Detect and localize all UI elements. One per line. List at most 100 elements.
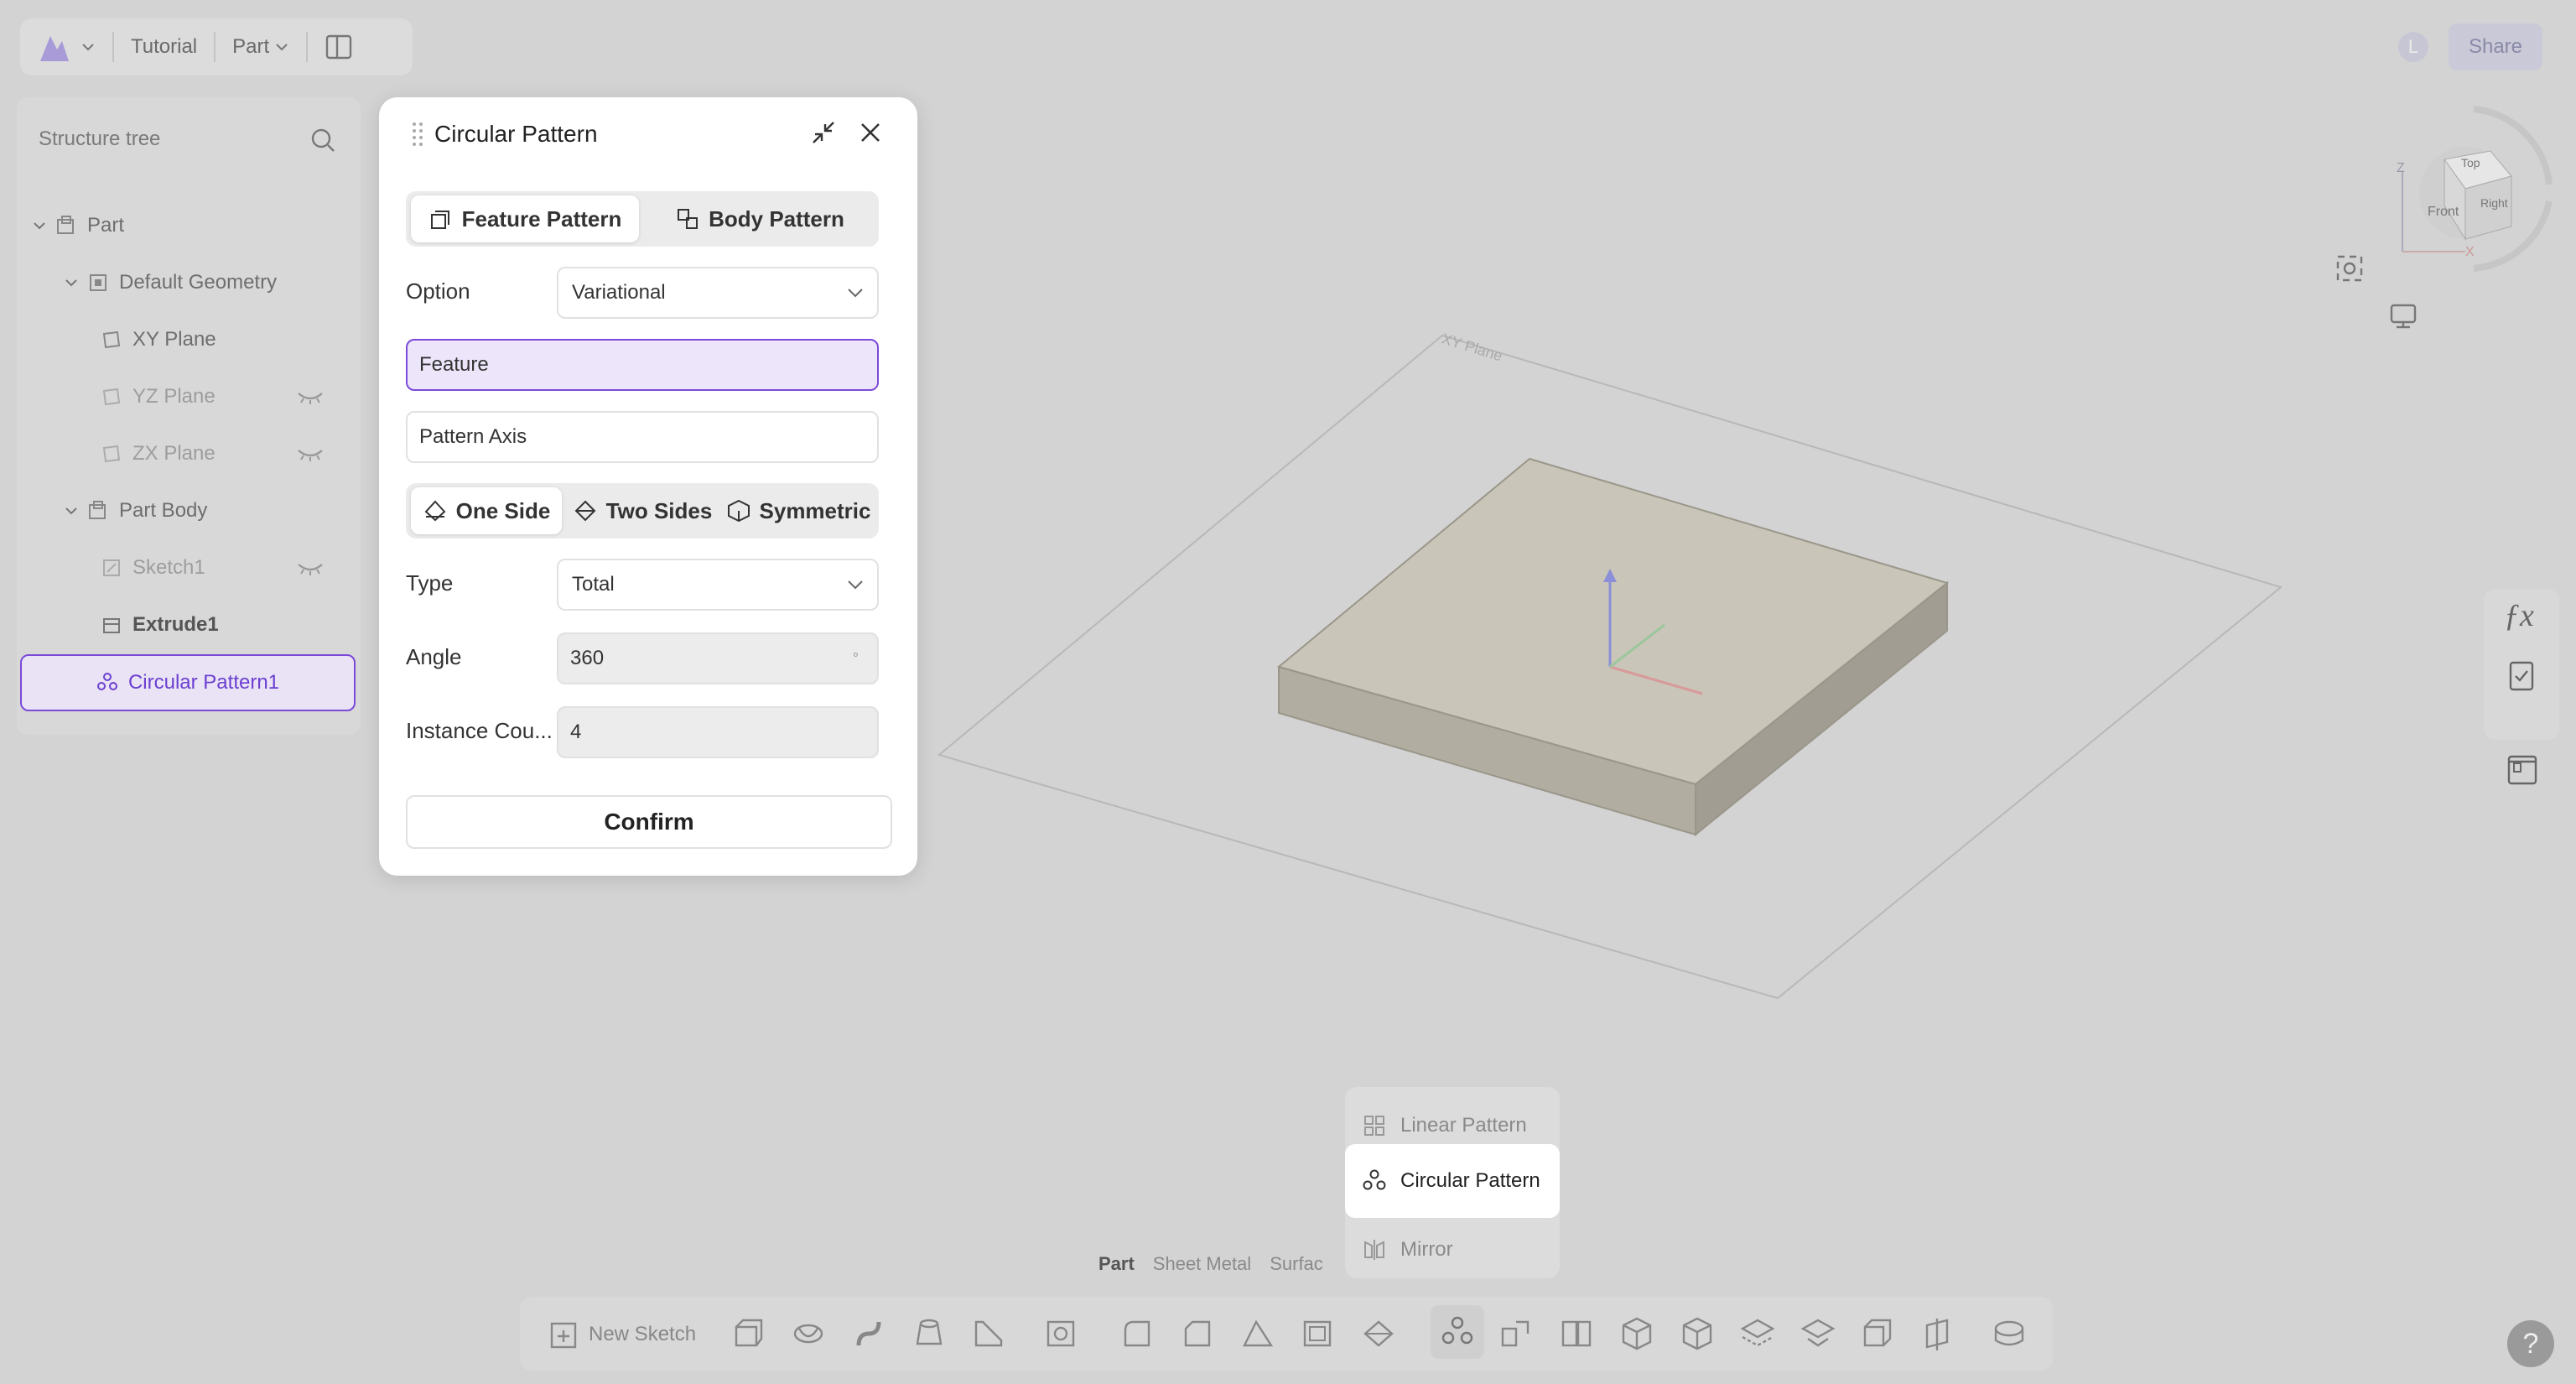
chamfer-icon[interactable]	[1179, 1315, 1216, 1352]
draft-icon[interactable]	[1239, 1315, 1276, 1352]
share-button[interactable]: Share	[2449, 23, 2542, 70]
tree-item-label: YZ Plane	[132, 385, 216, 408]
two-sides-icon	[574, 500, 596, 522]
solid-icon[interactable]	[1679, 1315, 1716, 1352]
measure-icon[interactable]	[1991, 1315, 2028, 1352]
avatar[interactable]: L	[2398, 32, 2428, 62]
type-select[interactable]: Total	[557, 559, 879, 611]
sweep-icon[interactable]	[850, 1315, 887, 1352]
chevron-down-icon[interactable]	[64, 503, 79, 518]
hidden-eye-icon[interactable]	[297, 559, 324, 576]
chevron-down-icon[interactable]	[274, 39, 289, 55]
tab-label: Body Pattern	[709, 206, 844, 232]
project-name[interactable]: Tutorial	[131, 35, 197, 59]
cube-face-front[interactable]: Front	[2428, 205, 2459, 220]
app-logo-icon[interactable]	[34, 26, 75, 68]
tree-item-part-body[interactable]: Part Body	[64, 486, 207, 535]
body-pattern-icon	[678, 209, 699, 229]
thicken-icon[interactable]	[1739, 1315, 1776, 1352]
option-select[interactable]: Variational	[557, 267, 879, 319]
tree-item-label: Part Body	[119, 499, 208, 522]
display-mode-icon[interactable]	[2386, 299, 2420, 332]
tab-two-sides[interactable]: Two Sides	[567, 487, 718, 534]
chevron-down-icon[interactable]	[32, 218, 47, 233]
tree-item-yz-plane[interactable]: YZ Plane	[101, 372, 361, 421]
type-label: Type	[406, 570, 454, 596]
reference-plane-icon[interactable]	[1922, 1315, 1959, 1352]
collapse-icon[interactable]	[808, 117, 839, 148]
menu-item-mirror[interactable]: Mirror	[1345, 1221, 1560, 1278]
circular-pattern-dialog: Circular Pattern Feature Pattern Body Pa…	[379, 97, 917, 876]
pattern-mode-segment: Feature Pattern Body Pattern	[406, 191, 879, 247]
body-icon	[89, 501, 106, 519]
chevron-down-icon[interactable]	[80, 39, 96, 55]
tree-search-input[interactable]: Structure tree	[39, 127, 160, 151]
chevron-down-icon	[848, 289, 863, 298]
menu-item-circular-pattern[interactable]: Circular Pattern	[1345, 1144, 1560, 1218]
plane-icon	[102, 330, 121, 349]
tab-symmetric[interactable]: Symmetric	[723, 487, 874, 534]
offset-icon[interactable]	[1800, 1315, 1836, 1352]
drag-handle-icon[interactable]	[411, 121, 424, 146]
3d-viewport[interactable]	[906, 319, 2314, 1023]
instance-count-input[interactable]: 4	[557, 706, 879, 758]
loft-icon[interactable]	[911, 1315, 948, 1352]
tab-part[interactable]: Part	[1098, 1253, 1135, 1275]
divider	[112, 32, 114, 62]
tab-one-side[interactable]: One Side	[411, 487, 562, 534]
replace-face-icon[interactable]	[1860, 1315, 1897, 1352]
combine-icon[interactable]	[1360, 1315, 1397, 1352]
close-icon[interactable]	[855, 117, 886, 148]
new-sketch-button[interactable]: New Sketch	[548, 1319, 696, 1350]
chevron-down-icon	[848, 580, 863, 590]
top-bar: Tutorial Part	[20, 18, 413, 75]
fillet-icon[interactable]	[1119, 1315, 1156, 1352]
tab-sheet-metal[interactable]: Sheet Metal	[1153, 1253, 1251, 1275]
shell-icon[interactable]	[1300, 1315, 1337, 1352]
tab-feature-pattern[interactable]: Feature Pattern	[411, 195, 639, 242]
tab-body-pattern[interactable]: Body Pattern	[646, 195, 874, 242]
formula-icon[interactable]: ƒx	[2504, 597, 2534, 634]
pattern-tool-active[interactable]	[1431, 1305, 1484, 1359]
tree-item-zx-plane[interactable]: ZX Plane	[101, 429, 361, 478]
tab-surface[interactable]: Surfac	[1270, 1253, 1323, 1275]
chevron-down-icon[interactable]	[64, 275, 79, 290]
feature-selection-field[interactable]: Feature	[406, 339, 879, 391]
sidebar-toggle-icon[interactable]	[325, 33, 353, 61]
move-body-icon[interactable]	[1498, 1315, 1535, 1352]
extrude-icon[interactable]	[730, 1315, 766, 1352]
hidden-eye-icon[interactable]	[297, 445, 324, 462]
split-icon[interactable]	[1558, 1315, 1595, 1352]
box-icon[interactable]	[1618, 1315, 1655, 1352]
tree-item-label: Sketch1	[132, 556, 205, 579]
hidden-eye-icon[interactable]	[297, 388, 324, 405]
tab-label: Two Sides	[605, 497, 713, 523]
hole-icon[interactable]	[1043, 1315, 1080, 1352]
pattern-axis-field[interactable]: Pattern Axis	[406, 411, 879, 463]
tree-item-xy-plane[interactable]: XY Plane	[101, 315, 216, 364]
cube-face-right[interactable]: Right	[2480, 196, 2508, 210]
rib-icon[interactable]	[971, 1315, 1008, 1352]
feature-toolbar: New Sketch	[520, 1297, 2053, 1371]
help-button[interactable]: ?	[2507, 1320, 2554, 1367]
tree-item-sketch1[interactable]: Sketch1	[101, 544, 361, 592]
revolve-icon[interactable]	[790, 1315, 827, 1352]
tree-item-extrude1[interactable]: Extrude1	[101, 601, 219, 649]
instance-count-label: Instance Cou...	[406, 718, 553, 743]
tree-item-label: Extrude1	[132, 613, 219, 636]
angle-input[interactable]: 360 °	[557, 632, 879, 684]
tree-item-circular-pattern1[interactable]: Circular Pattern1	[20, 654, 356, 711]
part-menu[interactable]: Part	[232, 35, 269, 59]
cube-face-top[interactable]: Top	[2461, 156, 2480, 169]
geometry-icon	[90, 274, 106, 291]
document-icon[interactable]	[2504, 752, 2541, 788]
tree-item-part[interactable]: Part	[32, 201, 124, 250]
type-value: Total	[572, 573, 615, 596]
tree-item-default-geometry[interactable]: Default Geometry	[64, 258, 277, 307]
mirror-icon	[1364, 1240, 1384, 1260]
menu-item-label: Linear Pattern	[1400, 1114, 1527, 1137]
search-icon[interactable]	[309, 126, 337, 154]
confirm-button[interactable]: Confirm	[406, 795, 892, 849]
checklist-icon[interactable]	[2504, 658, 2539, 693]
fit-view-icon[interactable]	[2333, 252, 2366, 285]
